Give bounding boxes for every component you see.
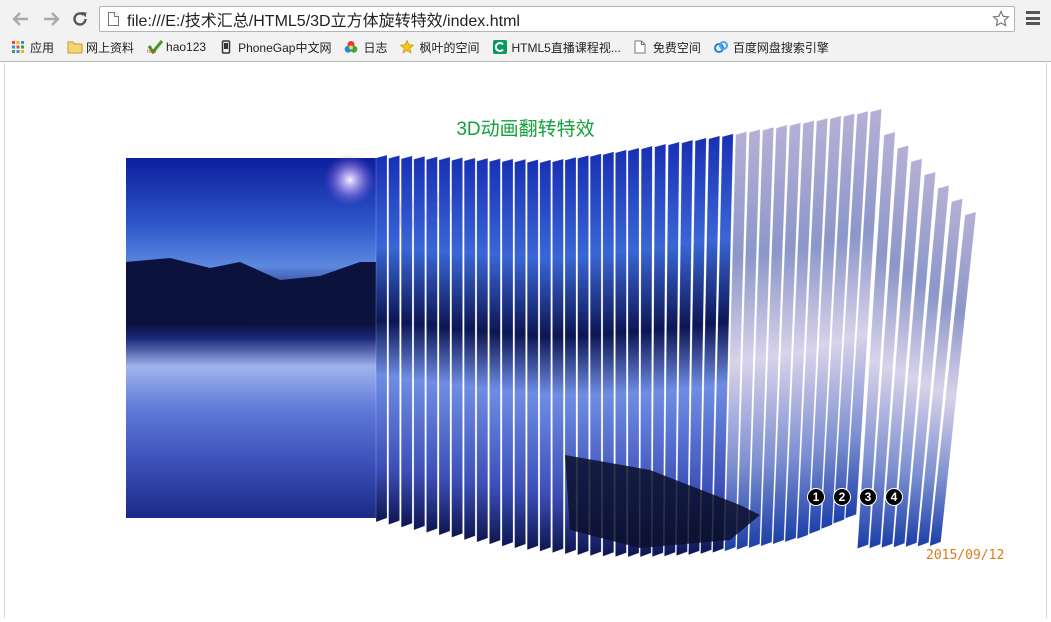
pager-dot-4[interactable]: 4: [885, 488, 903, 506]
slide-slice: [463, 157, 476, 541]
slide-slice: [400, 155, 413, 528]
slide-slice: [501, 158, 514, 547]
slide-slice: [388, 155, 400, 526]
slide-slice: [489, 158, 501, 545]
slide-slice: [514, 158, 526, 549]
slide-image-flat: [126, 158, 376, 518]
pager-dot-1[interactable]: 1: [807, 488, 825, 506]
firework: [324, 154, 376, 206]
slide-slices: [375, 108, 977, 558]
pager-dot-3[interactable]: 3: [859, 488, 877, 506]
slide-slice: [413, 155, 426, 531]
slide-slice: [539, 159, 552, 552]
slide-slice: [375, 154, 388, 523]
slide-slice: [438, 156, 451, 536]
slide-slice: [526, 159, 539, 551]
pager-dot-2[interactable]: 2: [833, 488, 851, 506]
slide-slice: [476, 157, 489, 543]
flip-slider: [126, 108, 977, 558]
date-label: 2015/09/12: [926, 548, 1005, 563]
slide-slice: [552, 158, 564, 554]
slide-slice: [426, 156, 438, 534]
slide-slice: [451, 157, 463, 538]
